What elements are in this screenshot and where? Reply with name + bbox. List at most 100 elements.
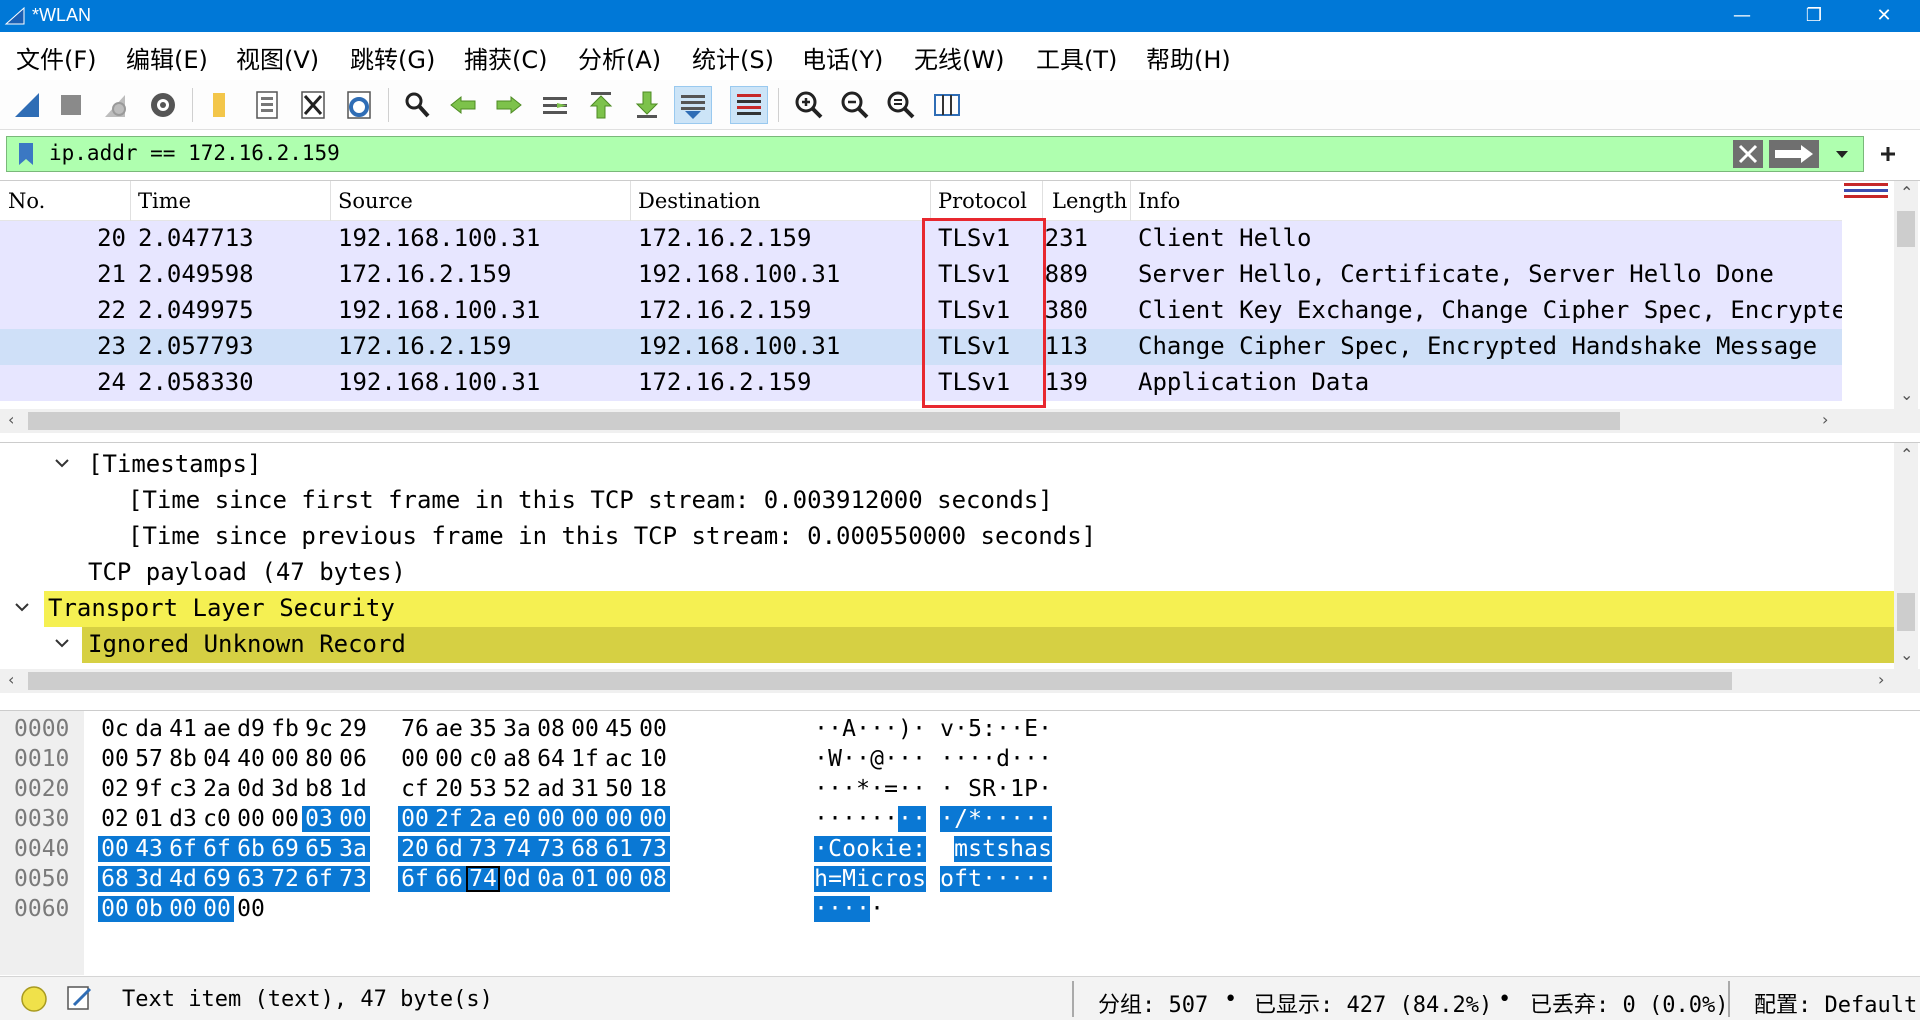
hex-byte[interactable]: 40 xyxy=(234,746,268,772)
hex-byte[interactable]: 57 xyxy=(132,746,166,772)
hex-byte[interactable]: 31 xyxy=(568,776,602,802)
find-packet-icon[interactable] xyxy=(398,86,436,124)
hex-byte[interactable]: 02 xyxy=(98,776,132,802)
ascii-char[interactable]: · xyxy=(814,746,828,772)
ascii-char[interactable]: · xyxy=(1010,746,1024,772)
ascii-char[interactable]: · xyxy=(996,716,1010,742)
hex-byte[interactable]: ae xyxy=(200,716,234,742)
close-file-icon[interactable] xyxy=(294,86,332,124)
hex-byte[interactable]: 0d xyxy=(500,866,534,892)
ascii-char[interactable]: · xyxy=(856,806,870,832)
hex-byte[interactable]: c0 xyxy=(200,806,234,832)
ascii-char[interactable]: · xyxy=(884,716,898,742)
ascii-char[interactable]: · xyxy=(1024,746,1038,772)
ascii-char[interactable]: · xyxy=(954,716,968,742)
ascii-char[interactable]: : xyxy=(912,836,926,862)
hex-byte[interactable]: 29 xyxy=(336,716,370,742)
hex-byte[interactable]: 04 xyxy=(200,746,234,772)
hex-byte[interactable]: 00 xyxy=(98,746,132,772)
ascii-char[interactable]: · xyxy=(842,896,856,922)
hex-byte[interactable]: 00 xyxy=(568,716,602,742)
hex-byte[interactable]: 76 xyxy=(398,716,432,742)
go-back-icon[interactable] xyxy=(444,86,482,124)
menu-telephony[interactable]: 电话(Y) xyxy=(802,40,883,75)
hex-byte[interactable]: fb xyxy=(268,716,302,742)
display-filter-input[interactable]: ip.addr == 172.16.2.159 xyxy=(49,141,340,165)
hex-byte[interactable]: 00 xyxy=(636,716,670,742)
filter-bookmark-icon[interactable] xyxy=(13,141,39,167)
menu-help[interactable]: 帮助(H) xyxy=(1146,40,1231,75)
save-file-icon[interactable] xyxy=(248,86,286,124)
ascii-char[interactable]: · xyxy=(1010,806,1024,832)
hex-byte[interactable]: ac xyxy=(602,746,636,772)
hex-byte[interactable]: 08 xyxy=(534,716,568,742)
column-header-destination[interactable]: Destination xyxy=(638,189,761,213)
hex-byte[interactable]: 6f xyxy=(302,866,336,892)
zoom-out-icon[interactable] xyxy=(836,86,874,124)
ascii-char[interactable]: · xyxy=(828,806,842,832)
hex-byte[interactable]: ae xyxy=(432,716,466,742)
ascii-char[interactable]: · xyxy=(940,776,954,802)
ascii-char[interactable]: · xyxy=(996,776,1010,802)
hex-byte[interactable]: 52 xyxy=(500,776,534,802)
menu-file[interactable]: 文件(F) xyxy=(16,40,97,75)
ascii-char[interactable]: · xyxy=(828,776,842,802)
menu-capture[interactable]: 捕获(C) xyxy=(464,40,547,75)
hex-byte[interactable]: 0c xyxy=(98,716,132,742)
ascii-char[interactable]: · xyxy=(870,896,884,922)
reload-file-icon[interactable] xyxy=(340,86,378,124)
ascii-char[interactable]: · xyxy=(982,746,996,772)
ascii-char[interactable]: s xyxy=(996,836,1010,862)
packet-row[interactable]: 21 2.049598 172.16.2.159 192.168.100.31 … xyxy=(0,257,1842,293)
hex-byte[interactable]: 2a xyxy=(200,776,234,802)
hex-byte[interactable]: 00 xyxy=(398,806,432,832)
minimize-button[interactable]: — xyxy=(1710,0,1774,32)
ascii-char[interactable]: · xyxy=(912,716,926,742)
ascii-char[interactable]: 5 xyxy=(968,716,982,742)
hex-byte[interactable]: 00 xyxy=(636,806,670,832)
packet-row[interactable]: 22 2.049975 192.168.100.31 172.16.2.159 … xyxy=(0,293,1842,329)
autoscroll-icon[interactable] xyxy=(674,86,712,124)
hex-byte[interactable]: 68 xyxy=(568,836,602,862)
hex-byte[interactable]: 00 xyxy=(166,896,200,922)
ascii-char[interactable]: a xyxy=(1024,836,1038,862)
hex-byte[interactable]: 00 xyxy=(200,896,234,922)
hex-byte[interactable]: 00 xyxy=(432,746,466,772)
hex-byte[interactable]: 2a xyxy=(466,806,500,832)
ascii-char[interactable]: o xyxy=(940,866,954,892)
hex-byte[interactable]: 00 xyxy=(568,806,602,832)
hex-byte[interactable]: 66 xyxy=(432,866,466,892)
add-filter-button[interactable] xyxy=(1868,136,1908,172)
hex-byte[interactable]: 00 xyxy=(234,806,268,832)
column-header-info[interactable]: Info xyxy=(1138,189,1180,213)
column-header-source[interactable]: Source xyxy=(338,189,413,213)
hex-byte[interactable]: 73 xyxy=(534,836,568,862)
hex-byte[interactable]: 80 xyxy=(302,746,336,772)
ascii-char[interactable]: s xyxy=(1038,836,1052,862)
ascii-char[interactable]: · xyxy=(842,776,856,802)
hex-byte[interactable]: 0d xyxy=(234,776,268,802)
ascii-char[interactable]: · xyxy=(856,746,870,772)
detail-tree-item[interactable]: [Time since first frame in this TCP stre… xyxy=(0,483,1894,519)
ascii-char[interactable]: · xyxy=(814,836,828,862)
shark-fin-start-icon[interactable] xyxy=(8,86,46,124)
hex-byte[interactable]: 43 xyxy=(132,836,166,862)
ascii-char[interactable]: d xyxy=(996,746,1010,772)
ascii-char[interactable]: · xyxy=(1038,776,1052,802)
ascii-char[interactable]: · xyxy=(1010,866,1024,892)
ascii-char[interactable]: · xyxy=(884,806,898,832)
hex-byte[interactable]: 53 xyxy=(466,776,500,802)
hex-byte[interactable]: 69 xyxy=(200,866,234,892)
hex-byte[interactable]: 9c xyxy=(302,716,336,742)
packet-row-selected[interactable]: 23 2.057793 172.16.2.159 192.168.100.31 … xyxy=(0,329,1842,365)
ascii-char[interactable]: * xyxy=(968,806,982,832)
ascii-char[interactable]: f xyxy=(954,866,968,892)
clear-filter-button[interactable] xyxy=(1733,140,1763,168)
ascii-char[interactable]: · xyxy=(1024,806,1038,832)
hex-byte[interactable]: 01 xyxy=(568,866,602,892)
ascii-char[interactable]: C xyxy=(828,836,842,862)
hex-byte[interactable]: c3 xyxy=(166,776,200,802)
ascii-char[interactable]: · xyxy=(982,806,996,832)
capture-options-icon[interactable] xyxy=(144,86,182,124)
hex-byte[interactable]: d9 xyxy=(234,716,268,742)
